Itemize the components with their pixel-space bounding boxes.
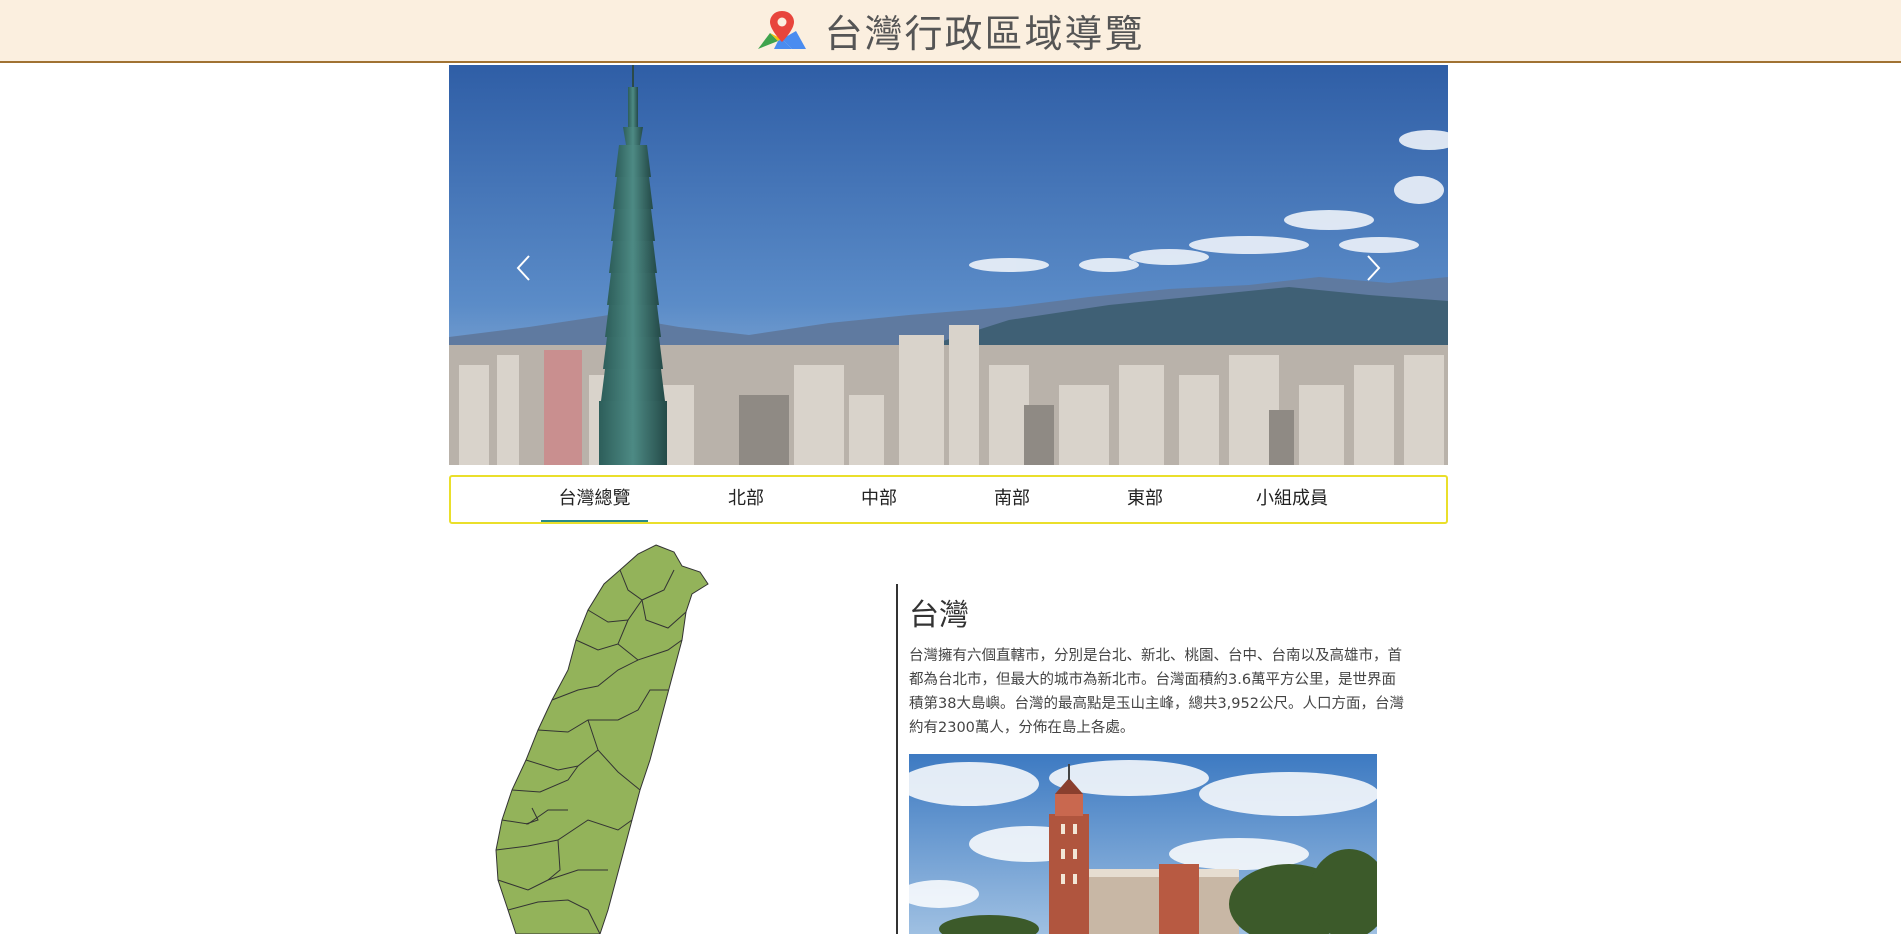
region-nav: 台灣總覽 北部 中部 南部 東部 小組成員	[449, 475, 1448, 524]
overview-panel: 台灣 台灣擁有六個直轄市，分別是台北、新北、桃園、台中、台南以及高雄市，首都為台…	[896, 584, 1416, 934]
carousel-next-chevron-right-icon[interactable]	[1358, 248, 1388, 288]
tab-members[interactable]: 小組成員	[1237, 477, 1347, 522]
site-title: 台灣行政區域導覽	[824, 12, 1145, 56]
region-description: 台灣擁有六個直轄市，分別是台北、新北、桃園、台中、台南以及高雄市，首都為台北市，…	[909, 648, 1404, 736]
hero-carousel	[449, 65, 1448, 465]
tab-south[interactable]: 南部	[977, 477, 1047, 522]
tab-east[interactable]: 東部	[1110, 477, 1180, 522]
map-pin-logo-icon	[758, 10, 807, 49]
tab-north[interactable]: 北部	[711, 477, 781, 522]
tab-overview[interactable]: 台灣總覽	[541, 477, 648, 522]
tab-central[interactable]: 中部	[844, 477, 914, 522]
taiwan-map	[468, 540, 758, 935]
presidential-office-building-photo	[909, 754, 1377, 934]
site-header: 台灣行政區域導覽	[0, 0, 1901, 63]
taiwan-county-map	[495, 544, 709, 935]
taipei-101-skyline-photo	[449, 65, 1448, 465]
region-heading: 台灣	[909, 598, 969, 633]
carousel-prev-chevron-left-icon[interactable]	[509, 248, 539, 288]
